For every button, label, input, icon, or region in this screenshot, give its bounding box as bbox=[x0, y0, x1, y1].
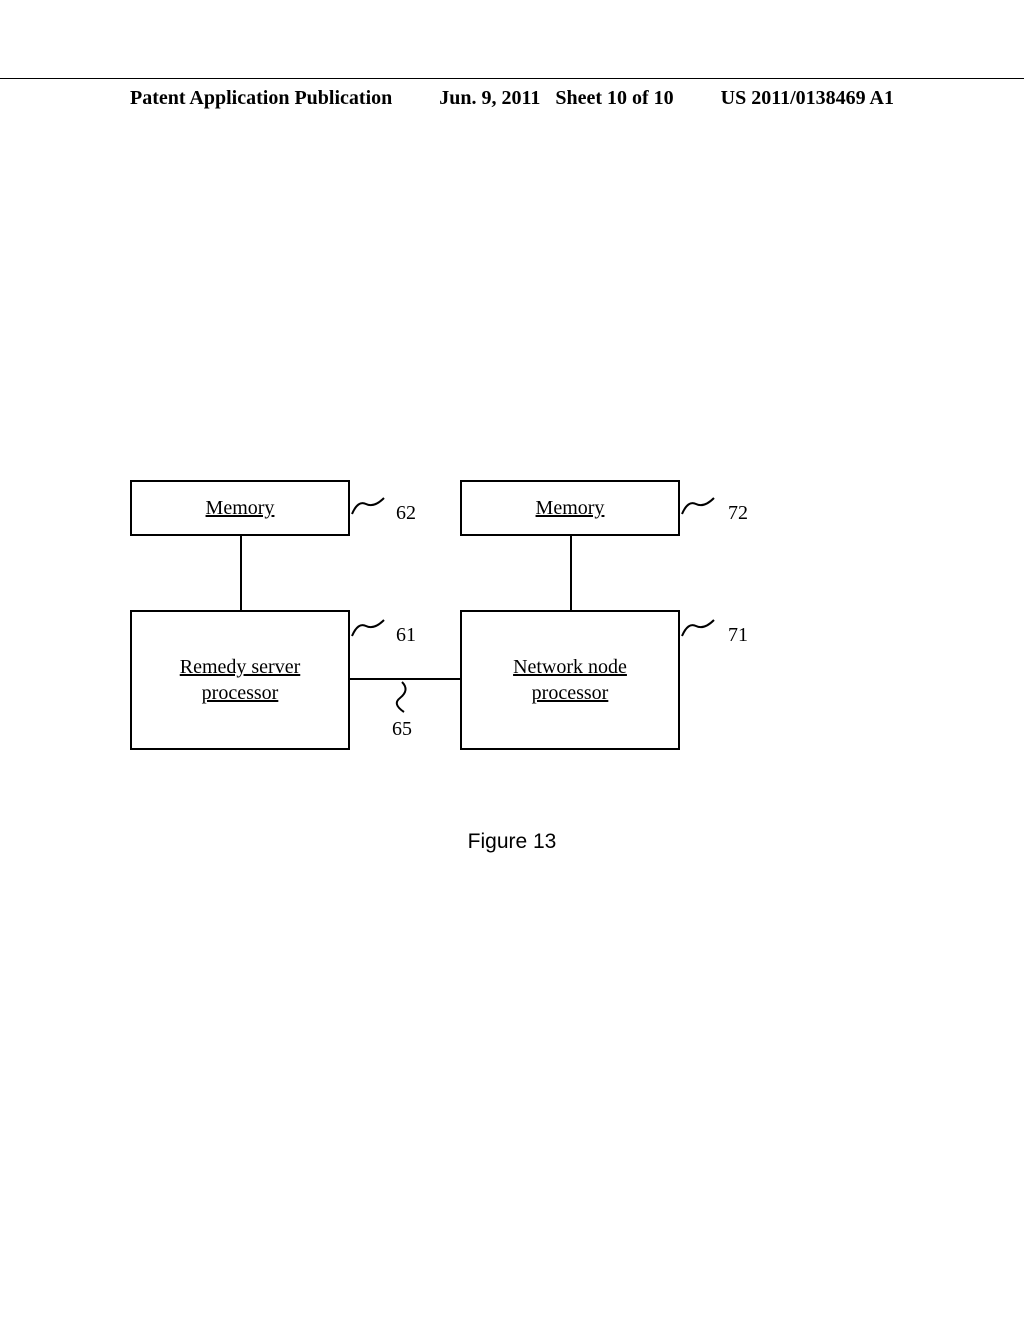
ref-mem-left: 62 bbox=[396, 502, 416, 525]
box-memory-left: Memory bbox=[130, 480, 350, 536]
label-processor-right: Network node processor bbox=[513, 654, 627, 706]
figure-diagram: Memory Memory Remedy server processor Ne… bbox=[120, 480, 900, 810]
ref-proc-right: 71 bbox=[728, 624, 748, 647]
lead-mem-right bbox=[680, 494, 720, 514]
header-row: Patent Application Publication Jun. 9, 2… bbox=[0, 87, 1024, 110]
label-processor-left: Remedy server processor bbox=[180, 654, 301, 706]
box-processor-left: Remedy server processor bbox=[130, 610, 350, 750]
connector-left-vertical bbox=[240, 536, 242, 610]
lead-proc-right bbox=[680, 616, 720, 636]
label-memory-right: Memory bbox=[536, 495, 605, 521]
box-memory-right: Memory bbox=[460, 480, 680, 536]
label-processor-right-line1: Network node bbox=[513, 656, 627, 678]
label-memory-left: Memory bbox=[206, 495, 275, 521]
header-publication-type: Patent Application Publication bbox=[130, 87, 392, 110]
box-processor-right: Network node processor bbox=[460, 610, 680, 750]
header-pub-number: US 2011/0138469 A1 bbox=[721, 87, 894, 110]
lead-proc-left bbox=[350, 616, 390, 636]
ref-link: 65 bbox=[392, 718, 412, 741]
label-processor-left-line2: processor bbox=[202, 682, 279, 704]
ref-proc-left: 61 bbox=[396, 624, 416, 647]
label-processor-right-line2: processor bbox=[532, 682, 609, 704]
header-date-sheet: Jun. 9, 2011 Sheet 10 of 10 bbox=[439, 87, 673, 110]
page-header: Patent Application Publication Jun. 9, 2… bbox=[0, 78, 1024, 110]
header-sheet: Sheet 10 of 10 bbox=[555, 87, 673, 109]
lead-link bbox=[390, 680, 414, 714]
header-date: Jun. 9, 2011 bbox=[439, 87, 540, 109]
ref-mem-right: 72 bbox=[728, 502, 748, 525]
label-processor-left-line1: Remedy server bbox=[180, 656, 301, 678]
connector-right-vertical bbox=[570, 536, 572, 610]
figure-caption: Figure 13 bbox=[0, 830, 1024, 854]
lead-mem-left bbox=[350, 494, 390, 514]
